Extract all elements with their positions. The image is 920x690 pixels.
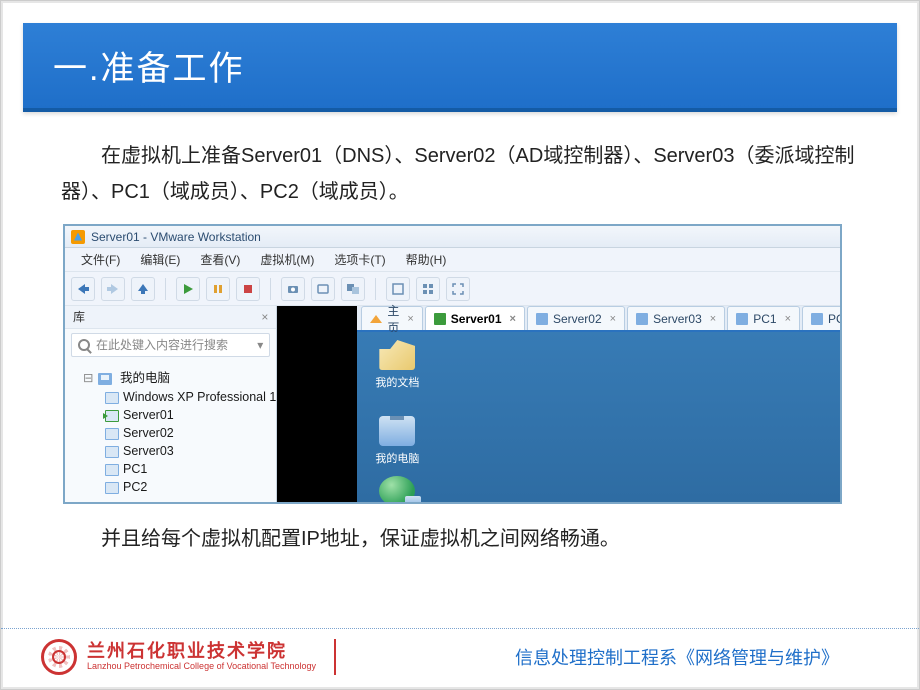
vm-icon	[105, 482, 119, 494]
vm-running-icon	[105, 410, 119, 422]
search-placeholder: 在此处键入内容进行搜索	[96, 336, 228, 353]
vm-icon	[105, 392, 119, 404]
vm-icon	[105, 428, 119, 440]
institution-name-cn: 兰州石化职业技术学院	[87, 642, 316, 662]
computer-icon	[379, 416, 415, 446]
desktop-icon-network[interactable]	[367, 476, 427, 504]
menu-tabs[interactable]: 选项卡(T)	[324, 251, 395, 268]
library-tree: ⊟ 我的电脑 Windows XP Professional 1 Server0…	[65, 361, 276, 502]
console-gutter	[277, 306, 357, 502]
vm-icon	[636, 313, 648, 325]
intro-text: 在虚拟机上准备Server01（DNS）、Server02（AD域控制器）、Se…	[61, 138, 859, 210]
network-icon	[379, 476, 415, 504]
course-name: 信息处理控制工程系《网络管理与维护》	[515, 644, 839, 670]
menu-view[interactable]: 查看(V)	[190, 251, 250, 268]
home-icon	[370, 315, 382, 323]
slide-title: 一.准备工作	[23, 23, 897, 112]
desktop-icon-documents[interactable]: 我的文档	[367, 340, 427, 390]
tab-server01[interactable]: Server01 ×	[425, 306, 525, 330]
tab-server02[interactable]: Server02 ×	[527, 306, 625, 330]
search-input[interactable]: 在此处键入内容进行搜索 ▾	[71, 333, 270, 357]
vm-icon	[105, 446, 119, 458]
collapse-icon[interactable]: ⊟	[83, 370, 93, 385]
sidebar: 库 × 在此处键入内容进行搜索 ▾ ⊟ 我的电脑 Windows XP Prof…	[65, 306, 277, 502]
institution-name-en: Lanzhou Petrochemical College of Vocatio…	[87, 662, 316, 672]
tree-item[interactable]: PC1	[65, 460, 276, 478]
vm-icon	[736, 313, 748, 325]
tab-strip: 主页 × Server01 × Server02 ×	[357, 306, 842, 332]
toolbar-button[interactable]	[101, 277, 125, 301]
vm-icon	[434, 313, 446, 325]
close-icon[interactable]: ×	[610, 313, 616, 325]
tab-pc1[interactable]: PC1 ×	[727, 306, 800, 330]
chevron-down-icon[interactable]: ▾	[257, 338, 263, 352]
tree-item[interactable]: Windows XP Professional 1	[65, 388, 276, 406]
window-title: Server01 - VMware Workstation	[91, 230, 261, 244]
toolbar-button[interactable]	[311, 277, 335, 301]
outro-text: 并且给每个虚拟机配置IP地址，保证虚拟机之间网络畅通。	[61, 522, 859, 551]
close-icon[interactable]: ×	[510, 313, 516, 325]
vmware-window: Server01 - VMware Workstation 文件(F) 编辑(E…	[63, 224, 842, 504]
toolbar-button[interactable]	[341, 277, 365, 301]
toolbar	[65, 272, 840, 306]
snapshot-button[interactable]	[281, 277, 305, 301]
tree-item[interactable]: Server01	[65, 406, 276, 424]
menu-edit[interactable]: 编辑(E)	[130, 251, 190, 268]
toolbar-button[interactable]	[386, 277, 410, 301]
tab-home[interactable]: 主页 ×	[361, 306, 422, 330]
menu-file[interactable]: 文件(F)	[71, 251, 130, 268]
power-off-button[interactable]	[236, 277, 260, 301]
seal-icon	[41, 639, 77, 675]
institution-logo: 兰州石化职业技术学院 Lanzhou Petrochemical College…	[41, 639, 336, 675]
fullscreen-button[interactable]	[446, 277, 470, 301]
suspend-button[interactable]	[206, 277, 230, 301]
tree-root[interactable]: ⊟ 我的电脑	[65, 365, 276, 388]
tree-item[interactable]: Server03	[65, 442, 276, 460]
tree-shared[interactable]: 共享虚拟机	[65, 496, 276, 502]
tab-pc2[interactable]: PC2 ×	[802, 306, 842, 330]
close-icon[interactable]: ×	[710, 313, 716, 325]
search-icon	[78, 339, 90, 351]
tab-server03[interactable]: Server03 ×	[627, 306, 725, 330]
desktop-icon-computer[interactable]: 我的电脑	[367, 416, 427, 466]
computer-icon	[98, 373, 112, 385]
window-titlebar[interactable]: Server01 - VMware Workstation	[65, 226, 840, 248]
vmware-app-icon	[71, 230, 85, 244]
sidebar-header: 库	[73, 308, 85, 325]
vm-icon	[811, 313, 823, 325]
menu-bar: 文件(F) 编辑(E) 查看(V) 虚拟机(M) 选项卡(T) 帮助(H)	[65, 248, 840, 272]
close-icon[interactable]: ×	[261, 310, 268, 324]
tree-item[interactable]: Server02	[65, 424, 276, 442]
close-icon[interactable]: ×	[785, 313, 791, 325]
toolbar-button[interactable]	[131, 277, 155, 301]
power-on-button[interactable]	[176, 277, 200, 301]
toolbar-button[interactable]	[71, 277, 95, 301]
slide-footer: 兰州石化职业技术学院 Lanzhou Petrochemical College…	[1, 628, 919, 675]
menu-vm[interactable]: 虚拟机(M)	[250, 251, 324, 268]
folder-icon	[379, 340, 415, 370]
close-icon[interactable]: ×	[407, 313, 413, 325]
guest-desktop[interactable]: 我的文档 我的电脑	[357, 332, 842, 504]
vm-icon	[536, 313, 548, 325]
vm-icon	[105, 464, 119, 476]
toolbar-button[interactable]	[416, 277, 440, 301]
tree-item[interactable]: PC2	[65, 478, 276, 496]
menu-help[interactable]: 帮助(H)	[396, 251, 457, 268]
